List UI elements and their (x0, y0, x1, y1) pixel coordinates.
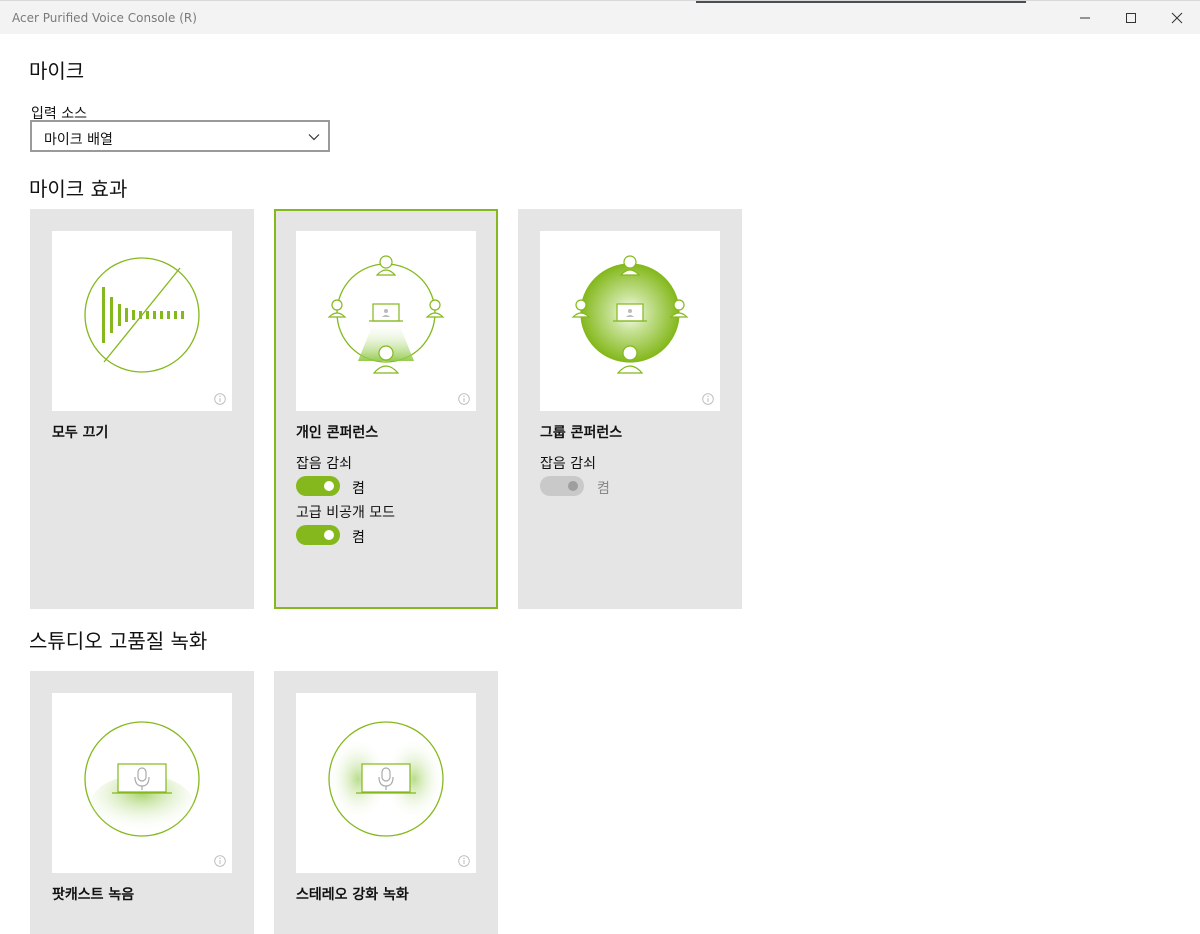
studio-card-stereo[interactable]: 스테레오 강화 녹화 (274, 671, 498, 934)
mic-heading: 마이크 (29, 59, 85, 83)
background-strip (696, 1, 1026, 3)
info-icon[interactable] (458, 393, 470, 405)
close-icon (1171, 12, 1183, 24)
minimize-button[interactable] (1062, 1, 1108, 35)
minimize-icon (1080, 17, 1090, 19)
effect-card-all-off[interactable]: 모두 끄기 (30, 209, 254, 609)
privacy-mode-toggle[interactable] (296, 525, 340, 545)
stereo-mic-icon (328, 721, 444, 837)
maximize-button[interactable] (1108, 1, 1154, 35)
chevron-down-icon (308, 134, 320, 141)
studio-card-podcast[interactable]: 팟캐스트 녹음 (30, 671, 254, 934)
studio-thumbnail (296, 693, 476, 873)
personal-conference-icon (327, 255, 445, 374)
close-button[interactable] (1154, 1, 1200, 35)
noise-reduction-state: 켬 (597, 481, 610, 497)
info-icon[interactable] (214, 393, 226, 405)
effect-thumbnail (52, 231, 232, 411)
effect-card-personal-conference[interactable]: 개인 콘퍼런스 잡음 감쇠 켬 고급 비공개 모드 켬 (274, 209, 498, 609)
info-icon[interactable] (702, 393, 714, 405)
info-icon[interactable] (458, 855, 470, 867)
effect-card-title: 개인 콘퍼런스 (296, 425, 379, 441)
info-icon[interactable] (214, 855, 226, 867)
effect-thumbnail (296, 231, 476, 411)
effect-thumbnail (540, 231, 720, 411)
studio-card-title: 팟캐스트 녹음 (52, 887, 135, 903)
noise-reduction-label: 잡음 감쇠 (296, 456, 352, 472)
effect-card-group-conference[interactable]: 그룹 콘퍼런스 잡음 감쇠 켬 (518, 209, 742, 609)
noise-reduction-toggle[interactable] (296, 476, 340, 496)
input-source-select[interactable]: 마이크 배열 (30, 120, 330, 152)
studio-heading: 스튜디오 고품질 녹화 (29, 629, 208, 653)
noise-reduction-toggle[interactable] (540, 476, 584, 496)
group-conference-icon (571, 255, 689, 374)
maximize-icon (1126, 13, 1136, 23)
effect-card-title: 그룹 콘퍼런스 (540, 425, 623, 441)
mic-effects-heading: 마이크 효과 (29, 177, 128, 201)
noise-reduction-label: 잡음 감쇠 (540, 456, 596, 472)
studio-card-title: 스테레오 강화 녹화 (296, 887, 409, 903)
title-bar: Acer Purified Voice Console (R) (0, 0, 1200, 34)
mute-waveform-icon (84, 257, 200, 373)
window-title: Acer Purified Voice Console (R) (12, 11, 197, 25)
podcast-mic-icon (84, 721, 200, 837)
studio-thumbnail (52, 693, 232, 873)
input-source-value: 마이크 배열 (44, 132, 113, 148)
privacy-mode-state: 켬 (352, 530, 365, 546)
privacy-mode-label: 고급 비공개 모드 (296, 505, 396, 521)
noise-reduction-state: 켬 (352, 481, 365, 497)
effect-card-title: 모두 끄기 (52, 425, 109, 441)
